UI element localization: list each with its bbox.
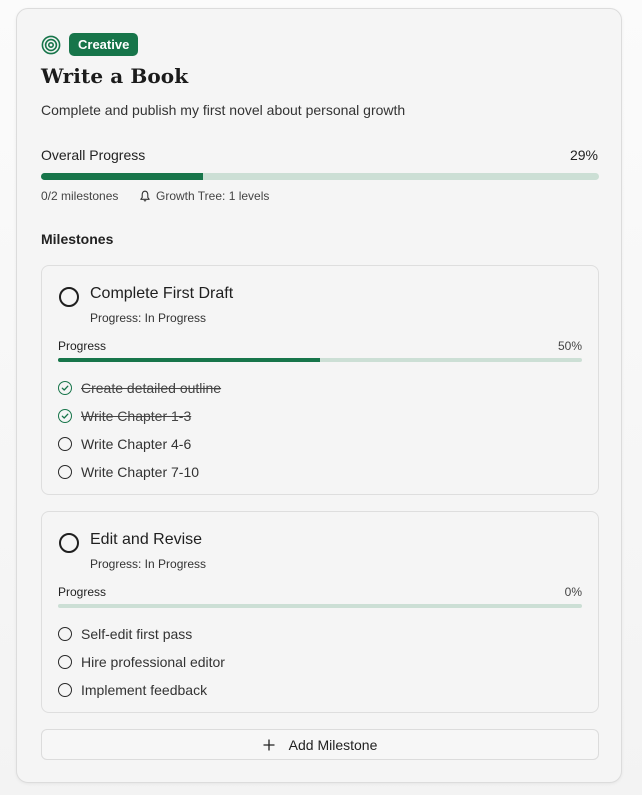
- milestone-complete-toggle[interactable]: [59, 533, 79, 553]
- checked-circle-icon[interactable]: [58, 409, 72, 423]
- milestone-title: Edit and Revise: [90, 531, 203, 548]
- task-list: Self-edit first pass Hire professional e…: [58, 620, 225, 704]
- task-item[interactable]: Create detailed outline: [58, 374, 221, 402]
- unchecked-circle-icon[interactable]: [58, 655, 72, 669]
- milestone-status: Progress: In Progress: [90, 311, 207, 325]
- bell-icon: [140, 190, 150, 202]
- task-item[interactable]: Self-edit first pass: [58, 620, 225, 648]
- milestone-status: Progress: In Progress: [90, 557, 207, 571]
- milestone-progress-bar: [58, 358, 582, 362]
- overall-progress-label: Overall Progress: [41, 147, 146, 163]
- milestones-heading: Milestones: [41, 231, 114, 247]
- milestone-progress-label: Progress: [58, 585, 107, 599]
- milestone-progress-bar: [58, 604, 582, 608]
- task-item[interactable]: Write Chapter 4-6: [58, 430, 221, 458]
- milestone-title: Complete First Draft: [90, 285, 234, 302]
- unchecked-circle-icon[interactable]: [58, 437, 72, 451]
- unchecked-circle-icon[interactable]: [58, 465, 72, 479]
- task-label: Hire professional editor: [81, 654, 225, 670]
- category-badge: Creative: [69, 33, 139, 56]
- task-label: Self-edit first pass: [81, 626, 193, 642]
- add-milestone-button[interactable]: Add Milestone: [41, 729, 599, 760]
- task-label: Write Chapter 1-3: [81, 408, 192, 424]
- task-label: Implement feedback: [81, 682, 208, 698]
- unchecked-circle-icon[interactable]: [58, 683, 72, 697]
- milestone-progress-percent: 0%: [564, 585, 582, 599]
- goal-title: Write a Book: [41, 64, 189, 88]
- milestone-complete-toggle[interactable]: [59, 287, 79, 307]
- add-milestone-label: Add Milestone: [288, 736, 378, 753]
- task-item[interactable]: Hire professional editor: [58, 648, 225, 676]
- milestone-card: Complete First Draft Progress: In Progre…: [41, 265, 599, 495]
- target-icon: [41, 35, 61, 55]
- overall-progress-bar: [41, 173, 599, 180]
- checked-circle-icon[interactable]: [58, 381, 72, 395]
- task-label: Write Chapter 4-6: [81, 436, 192, 452]
- task-label: Write Chapter 7-10: [81, 464, 200, 480]
- goal-card: Creative Write a Book Complete and publi…: [16, 8, 622, 783]
- milestones-count: 0/2 milestones: [41, 189, 119, 203]
- task-label: Create detailed outline: [81, 380, 222, 396]
- plus-icon: [263, 739, 275, 750]
- task-list: Create detailed outline Write Chapter 1-…: [58, 374, 221, 486]
- goal-description: Complete and publish my first novel abou…: [41, 102, 406, 118]
- task-item[interactable]: Write Chapter 1-3: [58, 402, 221, 430]
- task-item[interactable]: Write Chapter 7-10: [58, 458, 221, 486]
- milestone-progress-label: Progress: [58, 339, 107, 353]
- task-item[interactable]: Implement feedback: [58, 676, 225, 704]
- unchecked-circle-icon[interactable]: [58, 627, 72, 641]
- overall-progress-percent: 29%: [569, 147, 598, 163]
- milestone-card: Edit and Revise Progress: In Progress Pr…: [41, 511, 599, 713]
- milestone-progress-percent: 50%: [557, 339, 582, 353]
- growth-tree-level: Growth Tree: 1 levels: [156, 189, 270, 203]
- milestone-progress-fill: [58, 358, 320, 362]
- overall-progress-fill: [41, 173, 203, 180]
